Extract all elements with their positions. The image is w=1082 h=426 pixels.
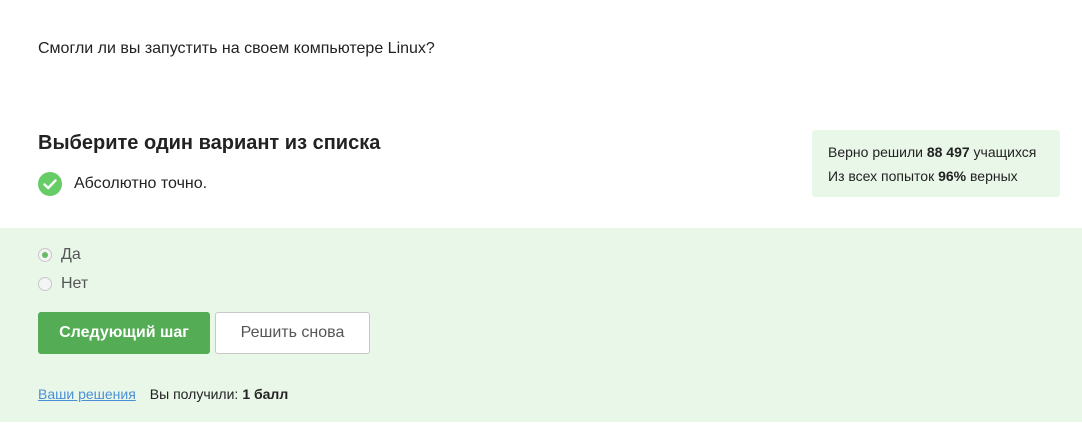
solve-again-button[interactable]: Решить снова [215,312,370,354]
stats-solved-count: 88 497 [926,144,970,160]
option-label: Да [61,246,81,263]
answer-area: Да Нет Следующий шаг Решить снова Ваши р… [0,228,1082,422]
stats-attempts-percent: 96% [938,168,967,184]
option-label: Нет [61,275,89,292]
footer: Ваши решения Вы получили: 1 балл [38,386,288,402]
checkmark-icon [38,172,62,196]
radio-no[interactable] [38,277,52,291]
stats-panel: Верно решили 88 497 учащихся Из всех поп… [812,130,1060,197]
score-value: 1 балл [242,386,289,402]
feedback-text: Абсолютно точно. [74,175,208,192]
task-heading: Выберите один вариант из списка [38,132,381,154]
stats-attempts-prefix: Из всех попыток [828,168,935,184]
stats-attempts: Из всех попыток 96% верных [828,164,1044,188]
stats-solved-suffix: учащихся [973,144,1037,160]
stats-solved-prefix: Верно решили [828,144,923,160]
radio-selected-dot [42,252,48,258]
option-no[interactable]: Нет [38,274,88,294]
next-step-button[interactable]: Следующий шаг [38,312,210,354]
your-solutions-link[interactable]: Ваши решения [38,386,136,402]
step-page: Смогли ли вы запустить на своем компьюте… [0,0,1082,426]
stats-solved: Верно решили 88 497 учащихся [828,140,1044,164]
option-yes[interactable]: Да [38,245,81,265]
question-text: Смогли ли вы запустить на своем компьюте… [38,40,435,57]
feedback-message: Абсолютно точно. [38,172,207,196]
radio-yes[interactable] [38,248,52,262]
score-label: Вы получили: [149,386,239,402]
stats-attempts-suffix: верных [970,168,1018,184]
